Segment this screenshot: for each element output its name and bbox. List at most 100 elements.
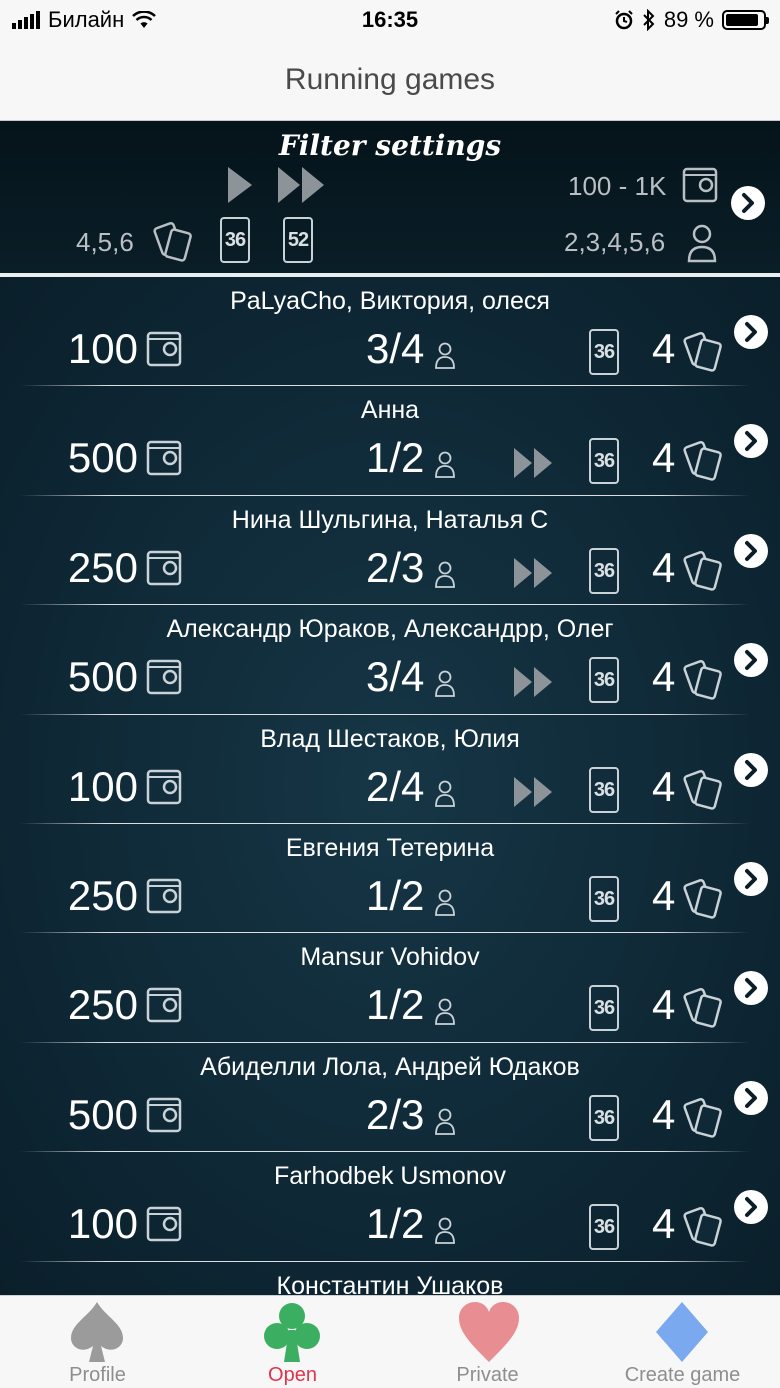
cards-icon	[682, 987, 726, 1036]
deck-size-badge: 36	[589, 766, 619, 813]
page-title: Running games	[284, 63, 496, 96]
game-row[interactable]: Анна 500 1/2 36 4	[0, 386, 780, 496]
money-icon	[144, 767, 184, 812]
game-players-names: Константин Ушаков	[276, 1271, 504, 1295]
person-icon	[434, 997, 456, 1030]
game-players-names: PaLyaCho, Виктория, олеся	[230, 287, 550, 315]
deck-size-badge: 36	[589, 1204, 619, 1251]
person-icon	[434, 560, 456, 593]
deck-size-badge: 36	[589, 876, 619, 922]
tab-open[interactable]: Open	[195, 1296, 390, 1388]
game-row[interactable]: Нина Шульгина, Наталья С 250 2/3 36 4	[0, 496, 780, 606]
game-row[interactable]: Mansur Vohidov 250 1/2 36 4	[0, 933, 780, 1043]
deck-size-badge: 36	[589, 547, 619, 594]
cards-icon	[682, 769, 726, 818]
status-bar: Билайн 16:35 89 %	[0, 0, 780, 40]
game-suits: 4	[652, 1200, 676, 1248]
filter-settings-panel[interactable]: Filter settings 4,5,6 36 52 100 - 1K 2,3…	[0, 121, 780, 273]
person-icon	[434, 1216, 456, 1249]
club-icon	[264, 1303, 320, 1362]
game-bet: 100	[67, 1200, 138, 1248]
alarm-icon	[615, 10, 633, 30]
game-row[interactable]: Евгения Тетерина 250 1/2 36 4	[0, 824, 780, 934]
game-player-count: 3/4	[366, 653, 425, 701]
deck-52-filter[interactable]: 52	[283, 217, 313, 263]
game-player-count: 3/4	[366, 325, 425, 372]
battery-icon	[722, 10, 769, 30]
row-chevron-right-icon[interactable]	[734, 1190, 768, 1225]
game-row[interactable]: Александр Юраков, Александрр, Олег 500 3/4…	[0, 605, 780, 715]
row-chevron-right-icon[interactable]	[734, 315, 768, 349]
filter-chevron-right-icon[interactable]	[731, 186, 765, 220]
person-icon	[434, 669, 456, 702]
cards-icon	[682, 440, 726, 489]
game-players-names: Нина Шульгина, Наталья С	[231, 505, 549, 534]
filter-players-value: 2,3,4,5,6	[564, 227, 666, 257]
row-chevron-right-icon[interactable]	[734, 643, 768, 678]
deck-size-badge: 36	[589, 657, 619, 704]
person-icon	[434, 450, 456, 483]
tab-profile[interactable]: Profile	[0, 1296, 195, 1388]
tab-create-game[interactable]: Create game	[585, 1296, 780, 1388]
nav-bar: Running games	[0, 40, 780, 121]
filter-title: Filter settings	[278, 129, 502, 162]
games-list[interactable]: PaLyaCho, Виктория, олеся 100 3/4 36 4 Анна 50…	[0, 277, 780, 1295]
game-players-names: Farhodbek Usmonov	[273, 1162, 507, 1191]
game-players-names: Абиделли Лола, Андрей Юдаков	[200, 1052, 580, 1081]
person-icon	[434, 888, 456, 921]
game-row[interactable]: Константин Ушаков	[0, 1262, 780, 1295]
game-row[interactable]: Farhodbek Usmonov 100 1/2 36 4	[0, 1152, 780, 1262]
cards-icon	[682, 550, 726, 599]
game-row[interactable]: PaLyaCho, Виктория, олеся 100 3/4 36 4	[0, 277, 780, 387]
game-players-names: Александр Юраков, Александрр, Олег	[166, 615, 614, 644]
game-row[interactable]: Влад Шестаков, Юлия 100 2/4 36 4	[0, 715, 780, 824]
deck-size-badge: 36	[589, 985, 619, 1032]
row-chevron-right-icon[interactable]	[734, 1080, 768, 1115]
fast-forward-icon	[278, 167, 324, 203]
play-icon	[228, 167, 252, 203]
fast-forward-icon	[512, 446, 554, 485]
status-right: 89 %	[614, 7, 769, 33]
fast-forward-icon	[512, 665, 554, 704]
row-chevron-right-icon[interactable]	[734, 533, 768, 568]
money-icon	[144, 657, 184, 702]
row-chevron-right-icon[interactable]	[734, 971, 768, 1006]
battery-percent: 89 %	[663, 7, 714, 32]
tab-private-label: Private	[456, 1364, 519, 1386]
tab-private[interactable]: Private	[390, 1296, 585, 1388]
game-bet: 250	[67, 872, 138, 919]
tab-profile-label: Profile	[69, 1364, 126, 1386]
cards-icon	[682, 1206, 726, 1255]
row-chevron-right-icon[interactable]	[734, 424, 768, 459]
filter-bet-range: 100 - 1K	[568, 171, 667, 201]
money-icon	[144, 438, 184, 483]
game-players-names: Влад Шестаков, Юлия	[260, 724, 520, 753]
tab-open-label: Open	[268, 1364, 317, 1386]
diamond-icon	[656, 1302, 708, 1362]
cards-icon	[682, 659, 726, 708]
money-icon	[144, 985, 184, 1030]
money-icon	[144, 1204, 184, 1249]
game-player-count: 2/3	[366, 1090, 425, 1138]
fast-forward-icon	[512, 775, 554, 814]
game-players-names: Евгения Тетерина	[285, 834, 495, 862]
person-icon	[434, 779, 456, 812]
game-row[interactable]: Абиделли Лола, Андрей Юдаков 500 2/3 36 4	[0, 1043, 780, 1153]
fast-forward-icon	[512, 556, 554, 595]
game-player-count: 2/4	[366, 762, 425, 810]
game-player-count: 1/2	[366, 981, 425, 1029]
game-suits: 4	[652, 981, 676, 1029]
row-chevron-right-icon[interactable]	[734, 752, 768, 787]
cards-icon	[153, 222, 192, 262]
deck-size-badge: 36	[589, 1094, 619, 1141]
cards-icon	[682, 331, 726, 380]
money-icon	[144, 548, 184, 593]
game-suits: 4	[652, 872, 676, 919]
game-bet: 100	[67, 762, 138, 810]
row-chevron-right-icon[interactable]	[734, 862, 768, 896]
game-bet: 100	[67, 325, 138, 372]
money-icon	[682, 167, 718, 203]
deck-36-filter[interactable]: 36	[220, 217, 250, 263]
game-player-count: 1/2	[366, 1200, 425, 1248]
game-suits: 4	[652, 325, 676, 372]
